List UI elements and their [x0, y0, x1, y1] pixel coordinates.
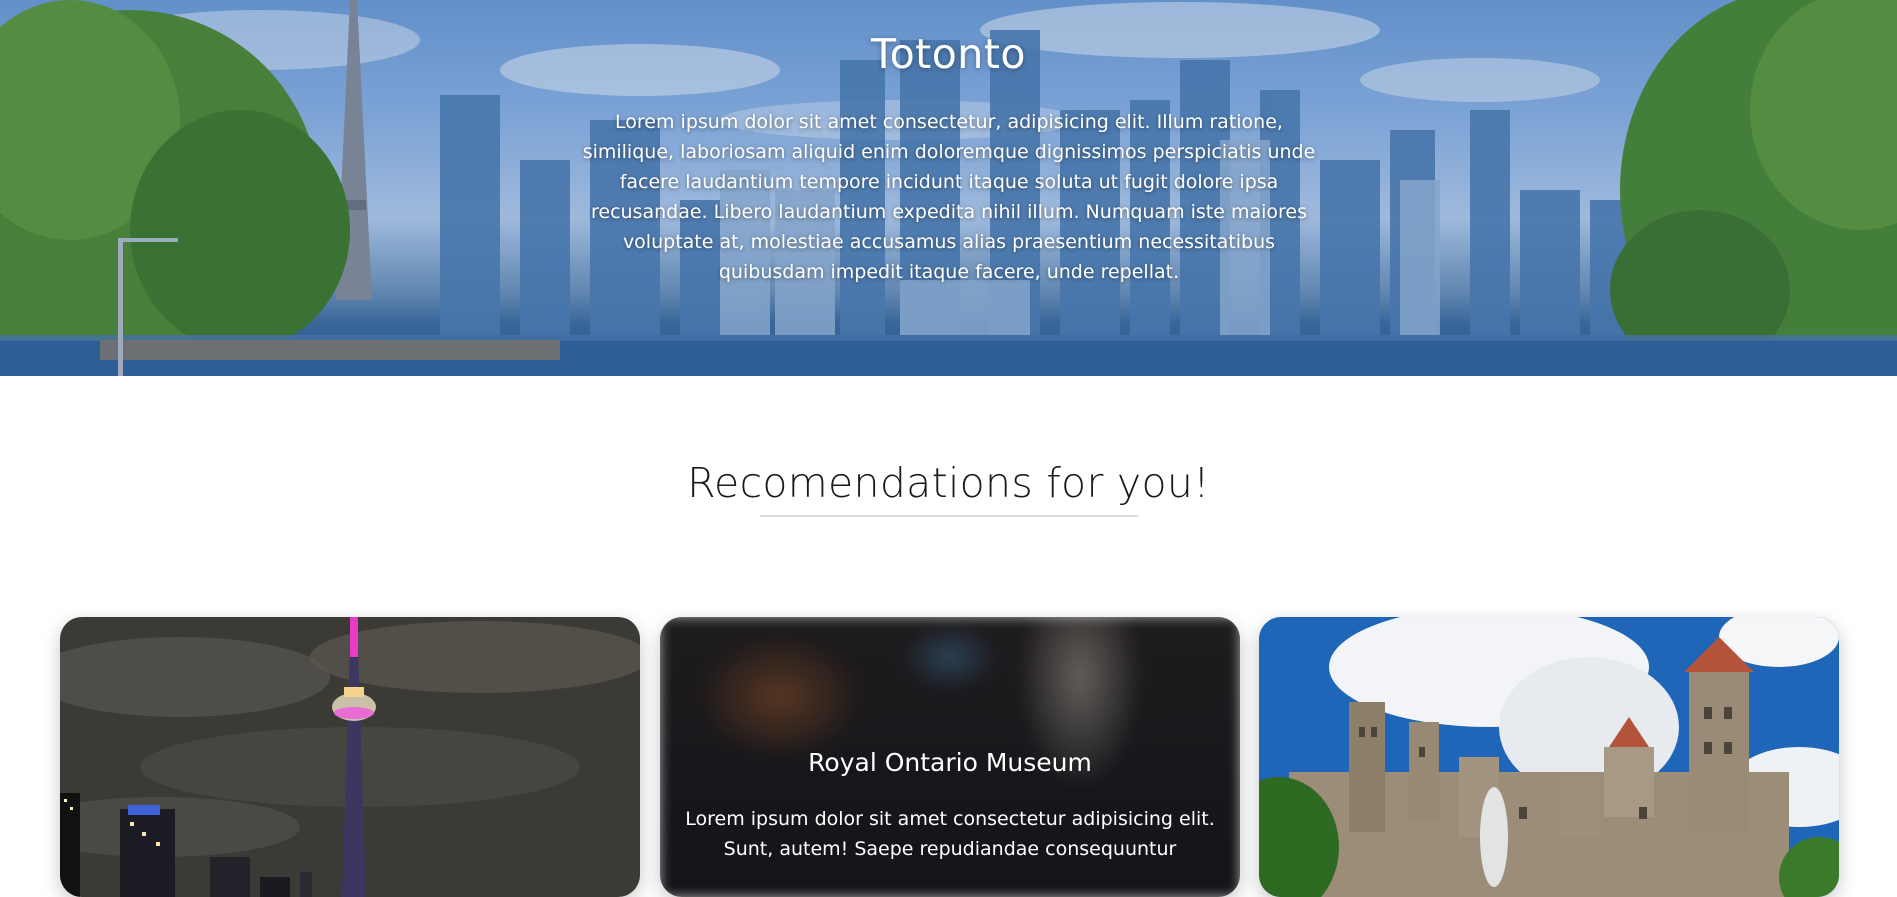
section-title: Recomendations for you!	[687, 459, 1210, 507]
recommendation-card-cn-tower[interactable]	[60, 617, 640, 897]
card-title: Royal Ontario Museum	[808, 748, 1092, 777]
hero-description: Lorem ipsum dolor sit amet consectetur, …	[582, 111, 1316, 283]
section-divider	[760, 515, 1138, 517]
recommendation-card-casa-loma[interactable]	[1259, 617, 1839, 897]
hero-banner: Totonto Lorem ipsum dolor sit amet conse…	[0, 0, 1897, 376]
recommendation-card-royal-ontario-museum[interactable]: Royal Ontario Museum Lorem ipsum dolor s…	[660, 617, 1240, 897]
castle-image	[1259, 617, 1839, 897]
cn-tower-night-image	[60, 617, 640, 897]
hero-title: Totonto	[871, 30, 1026, 78]
card-description: Lorem ipsum dolor sit amet consectetur a…	[685, 808, 1215, 860]
